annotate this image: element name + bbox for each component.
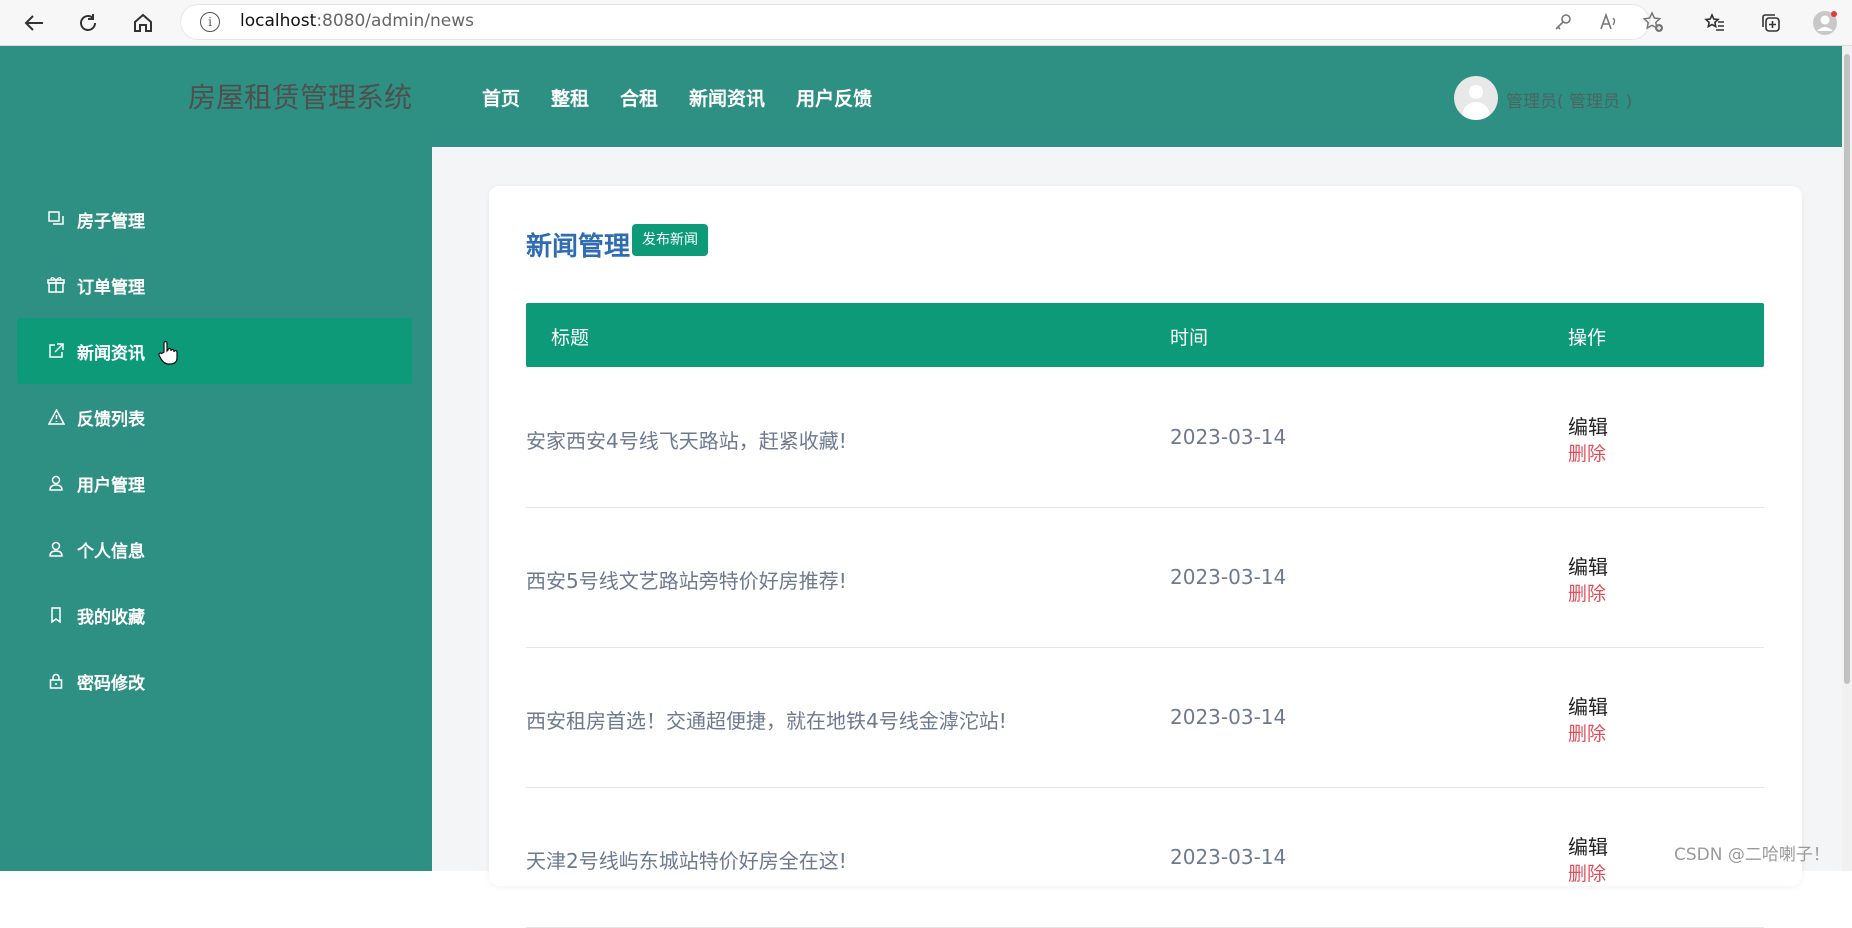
delete-button[interactable]: 删除 <box>1568 859 1606 886</box>
sidebar-item-news[interactable]: 新闻资讯 <box>17 318 412 384</box>
lock-icon <box>47 672 65 690</box>
browser-toolbar: i localhost:8080/admin/news <box>0 0 1852 46</box>
home-icon[interactable] <box>129 9 157 37</box>
app-header: 房屋租赁管理系统 首页 整租 合租 新闻资讯 用户反馈 管理员( 管理员 ) <box>0 46 1842 147</box>
url-text[interactable]: localhost:8080/admin/news <box>240 11 474 31</box>
user-icon <box>47 474 65 492</box>
edit-button[interactable]: 编辑 <box>1568 411 1608 440</box>
profile-icon[interactable] <box>1811 9 1839 37</box>
external-link-icon <box>47 342 65 360</box>
warning-icon <box>47 408 65 426</box>
nav-feedback[interactable]: 用户反馈 <box>796 84 872 111</box>
read-aloud-icon[interactable] <box>1598 11 1620 33</box>
site-info-icon[interactable]: i <box>200 12 220 32</box>
nav-whole-rent[interactable]: 整租 <box>551 84 589 111</box>
nav-home[interactable]: 首页 <box>482 84 520 111</box>
header-title: 标题 <box>551 327 590 349</box>
news-time: 2023-03-14 <box>1170 845 1287 869</box>
watermark: CSDN @二哈喇子！ <box>1674 845 1830 865</box>
edit-button[interactable]: 编辑 <box>1568 831 1608 860</box>
avatar[interactable] <box>1454 76 1498 120</box>
favorites-icon[interactable] <box>1701 9 1729 37</box>
url-host: localhost <box>240 11 317 31</box>
collections-icon[interactable] <box>1757 9 1785 37</box>
back-icon[interactable] <box>20 9 48 37</box>
edit-button[interactable]: 编辑 <box>1568 691 1608 720</box>
edit-button[interactable]: 编辑 <box>1568 551 1608 580</box>
page-scrollbar[interactable] <box>1842 46 1852 871</box>
news-time: 2023-03-14 <box>1170 425 1287 449</box>
house-icon <box>47 210 65 228</box>
key-icon[interactable] <box>1552 11 1574 33</box>
header-time: 时间 <box>1170 327 1209 349</box>
nav-news[interactable]: 新闻资讯 <box>689 84 765 111</box>
table-row: 天津2号线屿东城站特价好房全在这! 2023-03-14 编辑 删除 <box>526 787 1764 928</box>
sidebar-item-label: 反馈列表 <box>77 409 145 430</box>
sidebar-item-label: 订单管理 <box>77 277 145 298</box>
refresh-icon[interactable] <box>74 9 102 37</box>
user-label[interactable]: 管理员( 管理员 ) <box>1506 87 1632 112</box>
table-row: 西安5号线文艺路站旁特价好房推荐! 2023-03-14 编辑 删除 <box>526 507 1764 648</box>
news-card: 新闻管理 发布新闻 标题 时间 操作 安家西安4号线飞天路站，赶紧收藏! 202… <box>489 186 1802 928</box>
news-title[interactable]: 西安租房首选！交通超便捷，就在地铁4号线金滹沱站! <box>526 705 1007 734</box>
delete-button[interactable]: 删除 <box>1568 719 1606 746</box>
sidebar-item-feedback[interactable]: 反馈列表 <box>17 384 412 450</box>
news-title[interactable]: 西安5号线文艺路站旁特价好房推荐! <box>526 565 847 594</box>
table-header: 标题 时间 操作 <box>526 303 1764 367</box>
delete-button[interactable]: 删除 <box>1568 579 1606 606</box>
news-title[interactable]: 安家西安4号线飞天路站，赶紧收藏! <box>526 425 847 454</box>
mouse-pointer-icon <box>158 340 178 372</box>
news-time: 2023-03-14 <box>1170 565 1287 589</box>
sidebar-item-label: 新闻资讯 <box>77 343 145 364</box>
sidebar-item-label: 个人信息 <box>77 541 145 562</box>
sidebar-item-label: 我的收藏 <box>77 607 145 628</box>
header-actions: 操作 <box>1568 327 1607 349</box>
user-icon <box>47 540 65 558</box>
sidebar-item-house[interactable]: 房子管理 <box>17 186 412 252</box>
bookmark-icon <box>47 606 65 624</box>
news-title[interactable]: 天津2号线屿东城站特价好房全在这! <box>526 845 847 874</box>
sidebar-item-label: 房子管理 <box>77 211 145 232</box>
url-path: :8080/admin/news <box>316 11 475 31</box>
add-favorite-icon[interactable] <box>1642 11 1664 33</box>
gift-icon <box>47 276 65 294</box>
sidebar-item-label: 密码修改 <box>77 673 145 694</box>
nav-shared-rent[interactable]: 合租 <box>620 84 658 111</box>
news-time: 2023-03-14 <box>1170 705 1287 729</box>
sidebar-item-password[interactable]: 密码修改 <box>17 648 412 714</box>
avatar-head-shape <box>1469 85 1483 99</box>
sidebar-item-label: 用户管理 <box>77 475 145 496</box>
sidebar-item-profile[interactable]: 个人信息 <box>17 516 412 582</box>
sidebar-item-favorites[interactable]: 我的收藏 <box>17 582 412 648</box>
brand-title[interactable]: 房屋租赁管理系统 <box>188 76 412 116</box>
address-bar[interactable]: i localhost:8080/admin/news <box>180 4 1663 40</box>
table-row: 西安租房首选！交通超便捷，就在地铁4号线金滹沱站! 2023-03-14 编辑 … <box>526 647 1764 788</box>
avatar-body-shape <box>1462 102 1490 120</box>
sidebar-item-users[interactable]: 用户管理 <box>17 450 412 516</box>
page-title: 新闻管理 <box>526 232 631 262</box>
table-row: 安家西安4号线飞天路站，赶紧收藏! 2023-03-14 编辑 删除 <box>526 367 1764 508</box>
scrollbar-thumb[interactable] <box>1844 54 1850 684</box>
delete-button[interactable]: 删除 <box>1568 439 1606 466</box>
publish-news-button[interactable]: 发布新闻 <box>632 224 708 256</box>
top-nav: 首页 整租 合租 新闻资讯 用户反馈 <box>482 84 872 111</box>
sidebar-item-orders[interactable]: 订单管理 <box>17 252 412 318</box>
